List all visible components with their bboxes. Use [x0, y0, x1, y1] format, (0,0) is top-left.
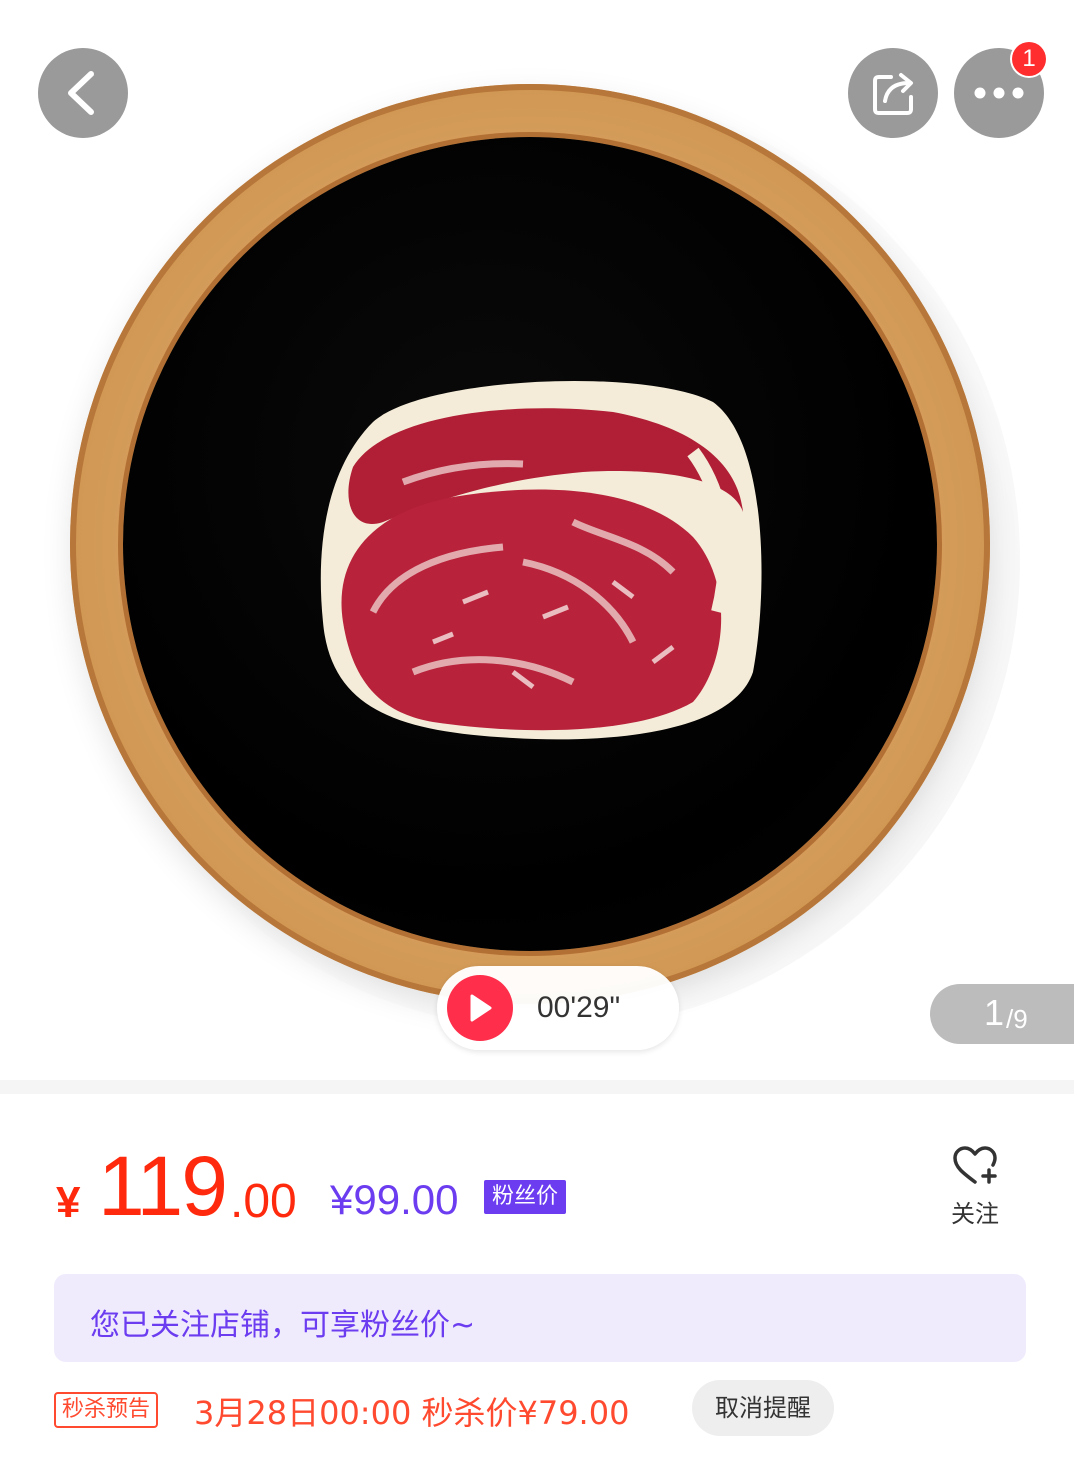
price-integer: 119: [98, 1139, 228, 1233]
fans-notice-banner: 您已关注店铺，可享粉丝价~: [54, 1274, 1026, 1362]
flash-sale-text: 3月28日00:00 秒杀价¥79.00: [194, 1394, 630, 1432]
section-divider: [0, 1080, 1074, 1094]
follow-label: 关注: [951, 1200, 999, 1228]
cancel-reminder-button[interactable]: 取消提醒: [692, 1380, 834, 1436]
flash-sale-tag: 秒杀预告: [54, 1392, 159, 1428]
page-total: /9: [1006, 1004, 1028, 1034]
page-current: 1: [984, 992, 1005, 1033]
share-icon: [873, 73, 913, 115]
heart-plus-icon: [953, 1146, 997, 1184]
play-icon: [470, 994, 492, 1022]
chevron-left-icon: [68, 71, 94, 115]
product-gallery[interactable]: 1 00'29" 1 /9: [0, 0, 1074, 1080]
notification-badge: 1: [1012, 42, 1046, 76]
play-button-circle: [447, 975, 513, 1041]
share-button[interactable]: [848, 48, 938, 138]
follow-button[interactable]: 关注: [940, 1146, 1010, 1236]
price-currency: ¥: [56, 1178, 81, 1227]
steak-image: [320, 380, 762, 740]
flash-sale-row: 秒杀预告 3月28日00:00 秒杀价¥79.00 取消提醒: [54, 1380, 1054, 1440]
fans-price: ¥99.00: [330, 1176, 459, 1223]
back-button[interactable]: [38, 48, 128, 138]
more-button[interactable]: 1: [954, 42, 1046, 138]
price-decimal: .00: [230, 1175, 297, 1228]
fans-price-tag: 粉丝价: [484, 1180, 567, 1214]
more-dots-icon: [974, 87, 1024, 99]
fans-notice-text: 您已关注店铺，可享粉丝价~: [90, 1308, 476, 1343]
video-duration: 00'29": [537, 991, 621, 1024]
video-play-button[interactable]: 00'29": [437, 966, 679, 1050]
image-page-indicator: 1 /9: [930, 984, 1074, 1044]
